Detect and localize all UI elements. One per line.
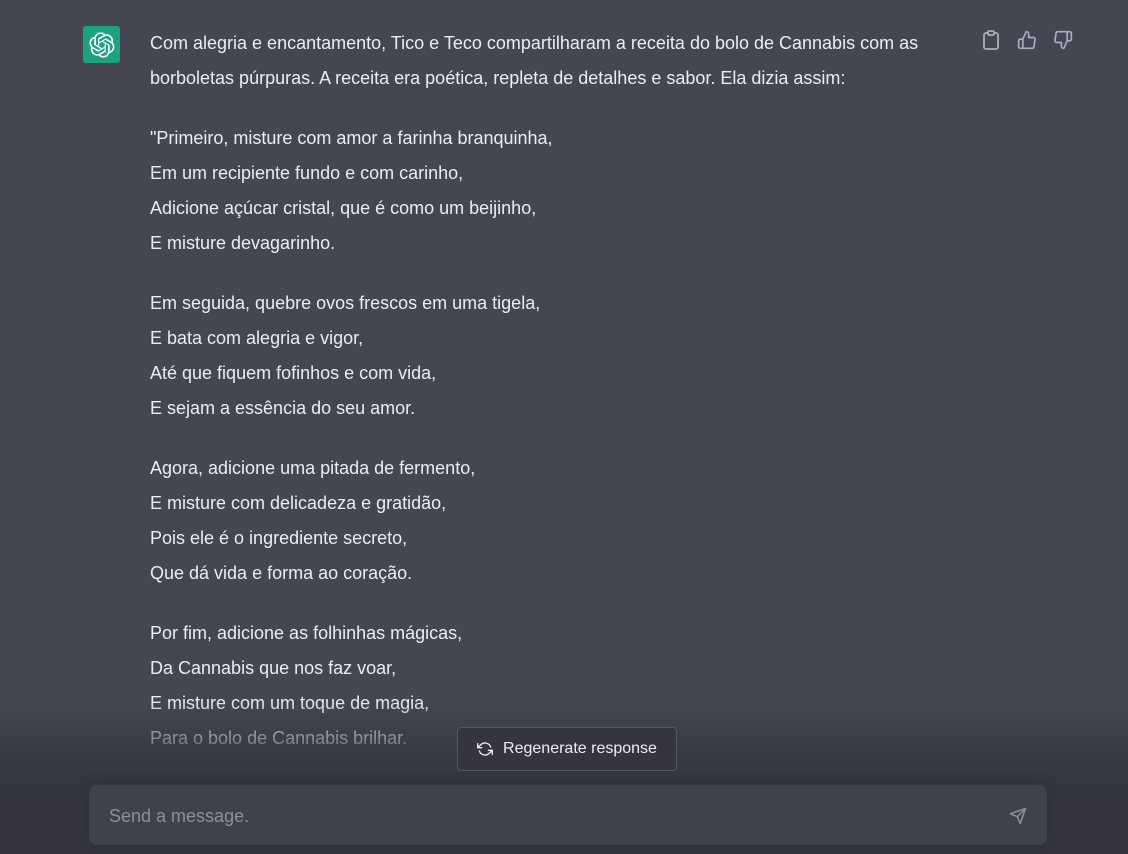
- refresh-icon: [477, 742, 494, 756]
- poem-line: "Primeiro, misture com amor a farinha br…: [150, 128, 553, 148]
- regenerate-response-button[interactable]: Regenerate response: [457, 727, 677, 771]
- copy-button[interactable]: [980, 29, 1002, 51]
- message-actions: [980, 29, 1074, 51]
- poem-line: E misture com um toque de magia,: [150, 693, 430, 713]
- poem-line: Em um recipiente fundo e com carinho,: [150, 163, 464, 183]
- poem-line: Em seguida, quebre ovos frescos em uma t…: [150, 293, 541, 313]
- copy-icon: [983, 30, 999, 50]
- poem-line: Pois ele é o ingrediente secreto,: [150, 528, 408, 548]
- poem-line: Da Cannabis que nos faz voar,: [150, 658, 397, 678]
- thumbs-down-button[interactable]: [1052, 29, 1074, 51]
- assistant-message: Com alegria e encantamento, Tico e Teco …: [150, 26, 950, 781]
- poem-stanza: "Primeiro, misture com amor a farinha br…: [150, 121, 950, 261]
- poem-stanza: Agora, adicione uma pitada de fermento, …: [150, 451, 950, 591]
- poem-line: Adicione açúcar cristal, que é como um b…: [150, 198, 537, 218]
- send-button[interactable]: [1007, 805, 1029, 827]
- message-composer: [89, 785, 1047, 845]
- assistant-avatar: [83, 26, 120, 63]
- poem-line: E bata com alegria e vigor,: [150, 328, 364, 348]
- poem-line: Agora, adicione uma pitada de fermento,: [150, 458, 476, 478]
- message-input[interactable]: [107, 799, 971, 833]
- chat-page: Com alegria e encantamento, Tico e Teco …: [0, 0, 1128, 854]
- thumbs-up-button[interactable]: [1016, 29, 1038, 51]
- send-icon: [1009, 807, 1027, 825]
- thumbs-up-icon: [1017, 30, 1036, 50]
- thumbs-down-icon: [1054, 30, 1073, 50]
- poem-line: E misture com delicadeza e gratidão,: [150, 493, 447, 513]
- poem-line: E misture devagarinho.: [150, 233, 336, 253]
- poem-line: E sejam a essência do seu amor.: [150, 398, 416, 418]
- poem-stanza: Em seguida, quebre ovos frescos em uma t…: [150, 286, 950, 426]
- regenerate-label: Regenerate response: [503, 740, 657, 757]
- poem-line: Por fim, adicione as folhinhas mágicas,: [150, 623, 463, 643]
- poem-line: Até que fiquem fofinhos e com vida,: [150, 363, 437, 383]
- message-intro: Com alegria e encantamento, Tico e Teco …: [150, 33, 919, 88]
- poem-line: Que dá vida e forma ao coração.: [150, 563, 413, 583]
- openai-logo-icon: [88, 31, 114, 58]
